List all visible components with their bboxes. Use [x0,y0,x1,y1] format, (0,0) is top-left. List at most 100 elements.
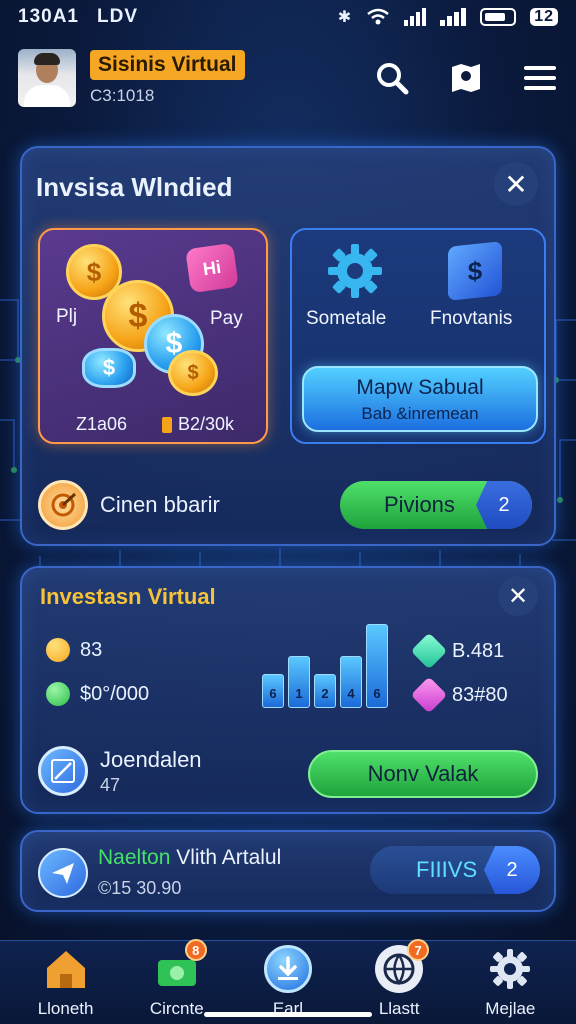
footer-sub: 47 [100,774,121,795]
cta-line-1: Mapw Sabual [356,376,484,399]
card3-title-rest: Vlith Artalul [170,846,282,869]
footer-label: Cinen bbarir [100,492,220,517]
battery-level: 12 [530,8,558,26]
status-time: 130A1 [18,6,79,27]
pivions-label: Pivions [384,492,455,517]
globe-icon: 7 [375,939,430,993]
nav-item-settings[interactable]: Mejlae [460,941,560,1024]
close-icon: ✕ [504,168,528,200]
card-title: Invsisa Wlndied [36,172,233,202]
nav-label: Mejlae [485,999,536,1018]
chart-bar-label: 6 [269,686,277,701]
stat-value: 83 [80,638,103,661]
nonv-valak-button[interactable]: Nonv Valak [308,750,538,798]
stat-coins: 83 [46,638,102,662]
investment-card: Investasn Virtual ✕ 83 $0°/000 6 1 2 4 6 B.4… [20,566,556,814]
coin-icon: $ [82,348,136,388]
status-carrier: LDV [97,6,138,27]
user-name: Sisinis Virtual [90,50,245,80]
tile-amount-right: B2/30k [178,414,235,434]
virtual-card: Naelton Vlith Artalul ©15 30.90 FIIIVS 2 [20,830,556,912]
coin-stack-icon [162,416,172,433]
nav-label: Lloneth [37,999,94,1018]
stat-value: $0°/000 [80,682,150,705]
target-icon [38,480,88,530]
chart-bar: 6 [262,674,284,708]
cta-line-2: Bab &inremean [361,404,479,423]
primary-action-button[interactable]: Mapw Sabual Bab &inremean [302,366,538,432]
signal-icon-2 [440,8,467,26]
pivions-button[interactable]: Pivions 2 [340,481,532,529]
card3-sub: ©15 30.90 [98,878,182,898]
pivions-symbol: 2 [498,493,510,516]
pay-tag: Hi [185,242,239,294]
nav-item-home[interactable]: Lloneth [16,941,116,1024]
chart-icon [38,746,88,796]
battery-icon [480,8,517,26]
home-indicator[interactable] [204,1012,372,1017]
chart-bar: 6 [366,624,388,708]
stat-cash: $0°/000 [46,682,149,706]
signal-icon [404,8,427,26]
tile-amount-left: Z1a06 [76,414,128,434]
stat-gem-pink: 83#80 [410,676,508,714]
map-button[interactable] [448,60,484,96]
chart-bar-label: 6 [373,686,381,701]
close-button[interactable]: ✕ [494,162,538,206]
chart-bar-label: 2 [321,686,329,701]
nav-badge: 7 [407,939,430,961]
wallet-card: Invsisa Wlndied ✕ $ Hi $ $ $ $ Plj Pay Z… [20,146,556,546]
chart-bar: 2 [314,674,336,708]
coin-icon [46,638,70,662]
bar-chart: 6 1 2 4 6 [262,624,390,708]
fnovtanis-label: Fnovtanis [430,308,513,329]
home-icon [42,945,90,993]
sometale-label: Sometale [306,308,387,329]
download-icon [263,945,312,993]
stat-value: B.481 [452,639,505,662]
footer-title: Joendalen [100,746,202,772]
avatar[interactable] [18,49,76,107]
nonv-valak-label: Nonv Valak [367,761,479,786]
stat-value: 83#80 [452,683,508,706]
wifi-icon [367,8,389,25]
fiiivs-symbol: 2 [506,858,518,881]
cash-icon [46,682,70,706]
user-meta: Sisinis Virtual C3:1018 [90,50,245,106]
card1-footer: Cinen bbarir Pivions 2 [38,478,542,532]
send-icon [38,848,88,898]
money-icon: 8 [153,939,207,993]
nav-badge: 8 [184,939,207,961]
close-icon: ✕ [507,582,529,610]
chart-bar: 1 [288,656,310,708]
bluetooth-icon: ✱ [337,9,353,26]
fiiivs-label: FIIIVS [416,857,478,882]
search-icon [377,63,409,95]
gem-icon [410,676,448,714]
nav-label: Llastt [378,999,420,1018]
chart-bar-label: 1 [295,686,303,701]
chart-bar: 4 [340,656,362,708]
map-pin-icon [452,64,480,92]
user-id: C3:1018 [90,86,155,105]
fiiivs-button[interactable]: FIIIVS 2 [370,846,540,894]
card-title: Investasn Virtual [40,584,216,609]
gear-icon [486,945,534,993]
search-button[interactable] [374,60,410,96]
coin-icon: $ [168,350,218,396]
menu-button[interactable] [522,60,558,96]
gear-icon[interactable] [326,242,384,305]
nav-label: Circnte [149,999,204,1018]
coins-tile[interactable]: $ Hi $ $ $ $ Plj Pay Z1a06 B2/30k [38,228,268,444]
card2-footer: Joendalen 47 [38,746,202,796]
chart-bar-label: 4 [347,686,355,701]
hamburger-icon [524,66,556,90]
tile-label-right: Pay [210,308,243,329]
gem-icon [410,632,448,670]
status-bar: 130A1 LDV ✱ 12 [0,0,576,34]
settings-tile: $ Sometale Fnovtanis Mapw Sabual Bab &in… [290,228,546,444]
card3-title-accent: Naelton [98,846,171,869]
cube-icon[interactable]: $ [448,241,502,301]
close-button[interactable]: ✕ [498,576,538,616]
stat-gem-green: B.481 [410,632,505,670]
